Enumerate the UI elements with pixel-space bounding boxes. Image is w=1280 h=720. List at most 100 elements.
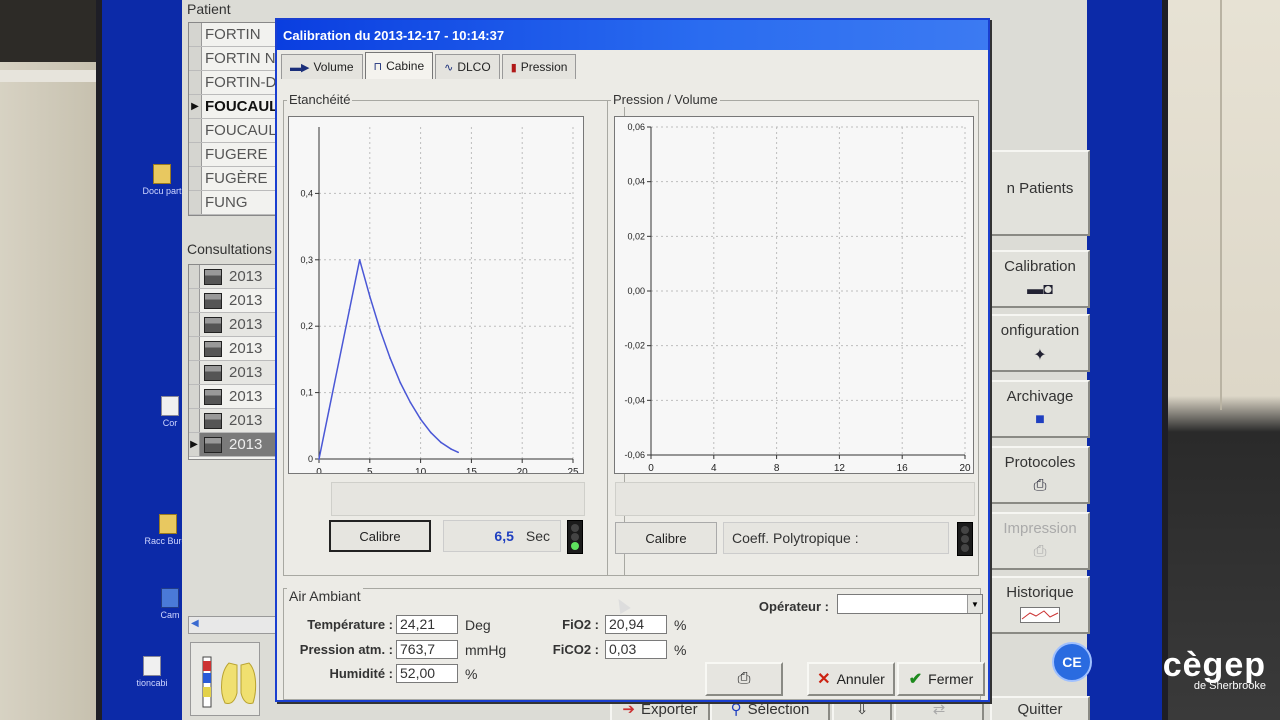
pression-atm-label: Pression atm. : <box>299 642 393 657</box>
printer-icon <box>200 337 226 360</box>
check-icon: ✔ <box>908 671 923 688</box>
fico2-field[interactable]: 0,03 <box>605 640 667 659</box>
chevron-down-icon[interactable]: ▼ <box>967 595 982 613</box>
coeff-polytropique-readout: Coeff. Polytropique : <box>723 522 949 554</box>
operateur-select[interactable]: ▼ <box>837 594 983 614</box>
scroll-left-arrow-icon[interactable]: ◀ <box>191 618 199 629</box>
row-indicator <box>189 143 202 166</box>
consultation-row[interactable]: 2013 <box>189 409 279 433</box>
patient-row[interactable]: FORTIN-D <box>189 71 279 95</box>
etancheite-status-light <box>567 520 583 554</box>
patients-button[interactable]: n Patients <box>990 150 1090 236</box>
consultation-date: 2013 <box>229 436 263 453</box>
patient-row[interactable]: FUGÈRE <box>189 167 279 191</box>
patient-name: FUGÈRE <box>205 170 268 187</box>
data-point <box>429 431 432 434</box>
y-tick-label: 0,3 <box>300 255 313 265</box>
patient-row[interactable]: FUNG <box>189 191 279 215</box>
transfer-icon: ⇄ <box>932 701 946 718</box>
quitter-button[interactable]: Quitter <box>990 696 1090 720</box>
operateur-value <box>838 596 841 611</box>
patient-row[interactable]: ▶ FOUCAUL <box>189 95 279 119</box>
row-indicator <box>189 337 200 360</box>
temperature-unit: Deg <box>465 617 491 633</box>
operateur-label: Opérateur : <box>758 599 829 614</box>
historique-button-label: Historique <box>1006 584 1074 601</box>
desktop-icon-calibration[interactable]: tioncabi <box>120 656 184 688</box>
patient-row[interactable]: FORTIN <box>189 23 279 47</box>
patient-row[interactable]: FORTIN N <box>189 47 279 71</box>
desktop-icon-label: tioncabi <box>136 678 168 688</box>
etancheite-title: Etanchéité <box>287 92 353 107</box>
pression-calibre-button[interactable]: Calibre <box>615 522 717 554</box>
tab-dlco[interactable]: ∿ DLCO <box>435 54 500 79</box>
patient-name: FORTIN-D <box>205 74 277 91</box>
tab-label: Pression <box>520 60 568 74</box>
archivage-button[interactable]: Archivage ■ <box>990 380 1090 438</box>
pression-volume-chart: 0 4 8 12 16 20 0,06 0,04 0,02 0,00 -0,02 -0,04 -0,06 <box>614 116 974 474</box>
data-point <box>440 441 442 444</box>
import-icon: ⇩ <box>855 701 869 718</box>
consultation-row[interactable]: 2013 <box>189 289 279 313</box>
consultation-row[interactable]: ▶ 2013 <box>189 433 279 457</box>
printer-icon: ⎙ <box>1033 477 1047 494</box>
consultations-list[interactable]: 2013 2013 2013 2013 2013 2013 2013 ▶ 2013 <box>188 264 280 460</box>
horizontal-scrollbar[interactable]: ◀ <box>188 616 280 634</box>
pression-volume-status-bar <box>615 482 975 516</box>
row-indicator <box>189 409 200 432</box>
patient-name: FOUCAUL <box>205 122 277 139</box>
y-tick-label: 0,00 <box>627 286 645 296</box>
calibration-button-label: Calibration <box>1004 258 1076 275</box>
desktop-icon-label: Cam <box>160 610 180 620</box>
data-point <box>318 458 320 460</box>
printer-icon: ⎙ <box>1033 543 1047 560</box>
impression-button[interactable]: Impression ⎙ <box>990 512 1090 570</box>
configuration-button[interactable]: onfiguration ✦ <box>990 314 1090 372</box>
humidite-field[interactable]: 52,00 <box>396 664 458 683</box>
consultation-date: 2013 <box>229 268 263 285</box>
tab-cabine[interactable]: ⊓ Cabine <box>364 52 434 79</box>
protocoles-button[interactable]: Protocoles ⎙ <box>990 446 1090 504</box>
consultation-row[interactable]: 2013 <box>189 313 279 337</box>
desktop-icon-label: Cor <box>162 418 178 428</box>
consultation-row[interactable]: 2013 <box>189 361 279 385</box>
historique-button[interactable]: Historique <box>990 576 1090 634</box>
piston-icon: ▬▶ <box>290 61 310 74</box>
fio2-field[interactable]: 20,94 <box>605 615 667 634</box>
dialog-title: Calibration du 2013-12-17 - 10:14:37 <box>277 20 988 50</box>
patient-name: FORTIN N <box>205 50 276 67</box>
time-unit: Sec <box>525 528 550 544</box>
x-tick-label: 12 <box>834 463 846 473</box>
row-indicator <box>189 289 200 312</box>
consultation-row[interactable]: 2013 <box>189 265 279 289</box>
annuler-button-label: Annuler <box>836 671 885 687</box>
selection-button-label: Sélection <box>747 700 810 718</box>
pression-atm-field[interactable]: 763,7 <box>396 640 458 659</box>
patient-row[interactable]: FUGERE <box>189 143 279 167</box>
consultation-row[interactable]: 2013 <box>189 385 279 409</box>
print-button[interactable]: ⎙ <box>705 662 783 696</box>
temperature-field[interactable]: 24,21 <box>396 615 458 634</box>
patient-row[interactable]: FOUCAUL <box>189 119 279 143</box>
tools-icon: ✦ <box>1033 347 1047 364</box>
pression-status-light <box>957 522 973 556</box>
patient-list[interactable]: FORTIN FORTIN N FORTIN-D ▶ FOUCAUL FOUCAUL FUG… <box>188 22 280 216</box>
configuration-button-label: onfiguration <box>1000 322 1080 339</box>
tab-pression[interactable]: ▮ Pression <box>501 54 577 79</box>
data-point <box>328 408 330 411</box>
patient-name: FUNG <box>205 194 248 211</box>
calibration-button[interactable]: Calibration ▬◘ <box>990 250 1090 308</box>
consultation-row[interactable]: 2013 <box>189 337 279 361</box>
x-tick-label: 20 <box>517 467 529 473</box>
cegep-logo: cègep de Sherbrooke <box>1163 648 1266 692</box>
etancheite-calibre-button[interactable]: Calibre <box>329 520 431 552</box>
tab-volume[interactable]: ▬▶ Volume <box>281 54 363 79</box>
pressure-gauge-icon: ▮ <box>510 61 517 74</box>
row-indicator <box>189 313 200 336</box>
patient-group-title: Patient <box>184 1 234 17</box>
humidite-label: Humidité : <box>329 666 393 681</box>
humidite-unit: % <box>465 666 478 682</box>
fermer-button[interactable]: ✔ Fermer <box>897 662 985 696</box>
annuler-button[interactable]: ✕ Annuler <box>807 662 895 696</box>
floppy-disk-icon: ■ <box>1035 411 1045 428</box>
